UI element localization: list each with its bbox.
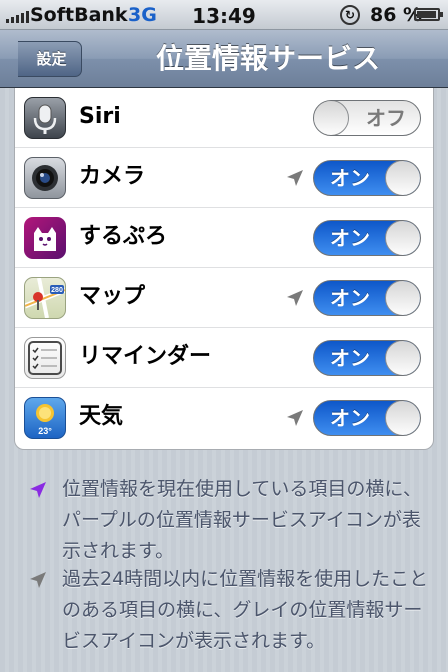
back-button[interactable]: 設定 xyxy=(18,41,82,77)
location-apps-list: Siri オフ カメラ オン するぷろ オン 280 マップ オン リマインダー… xyxy=(14,88,434,450)
camera-location-toggle[interactable]: オン xyxy=(313,160,421,196)
siri-location-toggle[interactable]: オフ xyxy=(313,100,421,136)
gray-location-arrow-icon xyxy=(287,410,303,426)
purple-location-arrow-icon xyxy=(30,482,46,498)
weather-icon: 23° xyxy=(24,397,66,439)
toggle-knob xyxy=(385,161,420,195)
reminders-location-toggle[interactable]: オン xyxy=(313,340,421,376)
note-gray-arrow: 過去24時間以内に位置情報を使用したことのある項目の横に、グレイの位置情報サービ… xyxy=(28,564,432,657)
toggle-knob xyxy=(385,281,420,315)
switch-label: オン xyxy=(330,226,370,250)
rotation-lock-icon: ↻ xyxy=(340,5,360,25)
navigation-bar: 設定 位置情報サービス xyxy=(0,30,448,88)
note-text: 過去24時間以内に位置情報を使用したことのある項目の横に、グレイの位置情報サービ… xyxy=(62,568,429,652)
maps-location-toggle[interactable]: オン xyxy=(313,280,421,316)
toggle-knob xyxy=(385,341,420,375)
siri-icon xyxy=(24,97,66,139)
row-label: Siri xyxy=(79,104,121,129)
gray-location-arrow-icon xyxy=(287,290,303,306)
note-text: 位置情報を現在使用している項目の横に、パープルの位置情報サービスアイコンが表示さ… xyxy=(62,478,422,562)
list-item-reminders: リマインダー オン xyxy=(15,328,433,388)
toggle-knob xyxy=(314,101,349,135)
page-title: 位置情報サービス xyxy=(155,42,380,75)
list-item-camera: カメラ オン xyxy=(15,148,433,208)
row-label: カメラ xyxy=(79,164,146,189)
row-label: するぷろ xyxy=(79,224,168,249)
row-label: マップ xyxy=(79,284,146,309)
switch-label: オン xyxy=(330,286,370,310)
camera-icon xyxy=(24,157,66,199)
maps-icon-badge: 280 xyxy=(51,287,63,294)
toggle-knob xyxy=(385,221,420,255)
back-button-label: 設定 xyxy=(36,50,67,68)
reminders-icon xyxy=(24,337,66,379)
status-bar: SoftBank 3G 13:49 ↻ 86 % xyxy=(0,0,448,30)
battery-icon xyxy=(414,8,443,21)
weather-location-toggle[interactable]: オン xyxy=(313,400,421,436)
list-item-weather: 23° 天気 オン xyxy=(15,388,433,448)
surupuro-location-toggle[interactable]: オン xyxy=(313,220,421,256)
row-label: 天気 xyxy=(79,404,124,429)
list-item-maps: 280 マップ オン xyxy=(15,268,433,328)
switch-label: オフ xyxy=(366,106,406,130)
maps-icon: 280 xyxy=(24,277,66,319)
switch-label: オン xyxy=(330,346,370,370)
switch-label: オン xyxy=(330,166,370,190)
row-label: リマインダー xyxy=(79,344,212,369)
gray-location-arrow-icon xyxy=(287,170,303,186)
switch-label: オン xyxy=(330,406,370,430)
list-item-surupuro: するぷろ オン xyxy=(15,208,433,268)
toggle-knob xyxy=(385,401,420,435)
note-purple-arrow: 位置情報を現在使用している項目の横に、パープルの位置情報サービスアイコンが表示さ… xyxy=(28,474,432,567)
weather-icon-badge: 23° xyxy=(38,426,52,436)
surupuro-icon xyxy=(24,217,66,259)
gray-location-arrow-icon xyxy=(30,572,46,588)
list-item-siri: Siri オフ xyxy=(15,88,433,148)
